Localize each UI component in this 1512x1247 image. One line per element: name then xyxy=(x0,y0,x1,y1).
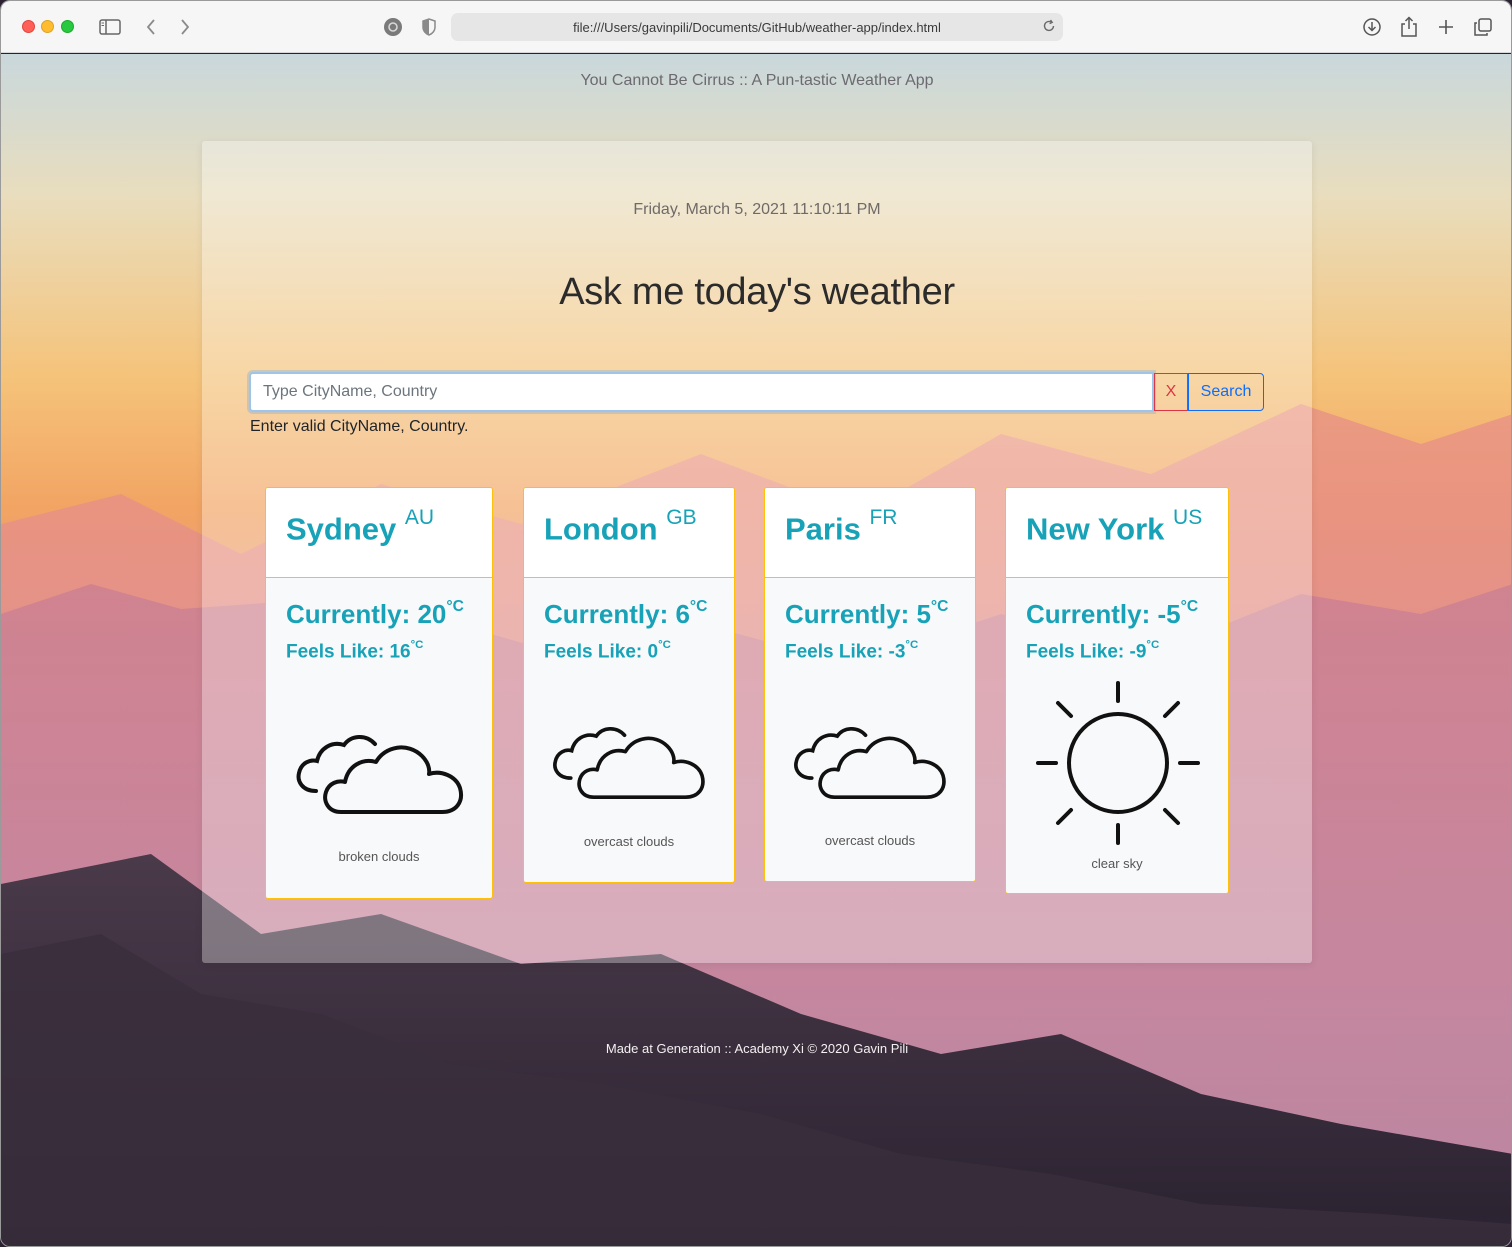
feels-like-value: Feels Like: -9 xyxy=(1026,641,1147,663)
city-label: London xyxy=(544,511,658,547)
search-group: X Search xyxy=(249,372,1264,412)
current-temp-value: Currently: -5 xyxy=(1026,599,1181,629)
city-label: Sydney xyxy=(286,511,397,547)
address-url: file:///Users/gavinpili/Documents/GitHub… xyxy=(573,19,941,35)
feels-like-value: Feels Like: 0 xyxy=(544,641,659,663)
minimize-window-button[interactable] xyxy=(41,20,54,33)
weather-card-sydney: Sydney AU Currently: 20°C Feels Like: 16… xyxy=(265,487,493,899)
temp-unit: °C xyxy=(1180,598,1199,616)
feels-like-temperature: Feels Like: -3°C xyxy=(785,639,919,663)
zoom-window-button[interactable] xyxy=(61,20,74,33)
search-button[interactable]: Search xyxy=(1188,373,1264,411)
card-header: London GB xyxy=(524,488,734,578)
card-header: New York US xyxy=(1006,488,1228,578)
weather-description: broken clouds xyxy=(338,849,420,864)
weather-panel: Friday, March 5, 2021 11:10:11 PM Ask me… xyxy=(202,141,1312,963)
search-hint: Enter valid CityName, Country. xyxy=(250,418,469,435)
tab-overview-icon[interactable] xyxy=(1471,15,1495,39)
sun-icon xyxy=(1036,681,1200,845)
card-body: Currently: 5°C Feels Like: -3°C overcast… xyxy=(765,579,975,881)
city-label: New York xyxy=(1026,511,1165,547)
share-icon[interactable] xyxy=(1397,15,1421,39)
sidebar-toggle-icon[interactable] xyxy=(98,15,122,39)
card-header: Paris FR xyxy=(765,488,975,578)
weather-description: clear sky xyxy=(1091,856,1143,871)
city-name: Sydney AU xyxy=(286,506,434,547)
temp-unit: °C xyxy=(410,639,424,651)
extension-icon[interactable] xyxy=(381,15,405,39)
feels-like-value: Feels Like: 16 xyxy=(286,641,411,663)
reload-icon[interactable] xyxy=(1041,18,1057,39)
card-header: Sydney AU xyxy=(266,488,492,578)
current-temp-value: Currently: 20 xyxy=(286,599,447,629)
temp-unit: °C xyxy=(930,598,949,616)
current-temperature: Currently: 20°C xyxy=(286,598,464,630)
site-title: You Cannot Be Cirrus :: A Pun-tastic Wea… xyxy=(580,72,934,89)
privacy-shield-icon[interactable] xyxy=(417,15,441,39)
temp-unit: °C xyxy=(446,598,464,616)
country-code: AU xyxy=(404,506,435,529)
weather-card-new-york: New York US Currently: -5°C Feels Like: … xyxy=(1005,487,1229,894)
city-name: Paris FR xyxy=(785,506,897,547)
weather-card-paris: Paris FR Currently: 5°C Feels Like: -3°C… xyxy=(764,487,976,882)
country-code: GB xyxy=(666,506,697,529)
weather-description: overcast clouds xyxy=(824,833,916,848)
clear-button[interactable]: X xyxy=(1154,373,1188,411)
current-temperature: Currently: 6°C xyxy=(544,598,708,630)
browser-window: file:///Users/gavinpili/Documents/GitHub… xyxy=(0,0,1512,1247)
browser-toolbar: file:///Users/gavinpili/Documents/GitHub… xyxy=(1,1,1511,53)
feels-like-temperature: Feels Like: 16°C xyxy=(286,639,424,663)
city-label: Paris xyxy=(785,511,861,547)
card-body: Currently: 20°C Feels Like: 16°C broken … xyxy=(266,579,492,898)
current-temperature: Currently: -5°C xyxy=(1026,598,1199,630)
new-tab-icon[interactable] xyxy=(1434,15,1458,39)
feels-like-temperature: Feels Like: -9°C xyxy=(1026,639,1160,663)
page-heading: Ask me today's weather xyxy=(559,271,955,313)
card-body: Currently: 6°C Feels Like: 0°C overcast … xyxy=(524,579,734,882)
temp-unit: °C xyxy=(658,639,671,651)
temp-unit: °C xyxy=(905,639,919,651)
page-footer: Made at Generation :: Academy Xi © 2020 … xyxy=(605,1041,909,1056)
downloads-icon[interactable] xyxy=(1360,15,1384,39)
current-datetime: Friday, March 5, 2021 11:10:11 PM xyxy=(633,201,881,218)
current-temperature: Currently: 5°C xyxy=(785,598,949,630)
address-bar[interactable]: file:///Users/gavinpili/Documents/GitHub… xyxy=(451,13,1063,41)
current-temp-value: Currently: 5 xyxy=(785,599,931,629)
broken-clouds-icon xyxy=(296,735,463,814)
page-viewport: You Cannot Be Cirrus :: A Pun-tastic Wea… xyxy=(1,54,1511,1246)
weather-card-london: London GB Currently: 6°C Feels Like: 0°C… xyxy=(523,487,735,883)
city-name: New York US xyxy=(1026,506,1202,547)
country-code: US xyxy=(1173,506,1203,529)
city-search-input[interactable] xyxy=(249,372,1154,412)
card-body: Currently: -5°C Feels Like: -9°C clear s… xyxy=(1006,579,1228,893)
feels-like-temperature: Feels Like: 0°C xyxy=(544,639,671,663)
weather-description: overcast clouds xyxy=(583,834,675,849)
overcast-clouds-icon xyxy=(553,727,705,799)
country-code: FR xyxy=(869,506,898,529)
close-window-button[interactable] xyxy=(22,20,35,33)
back-icon[interactable] xyxy=(139,15,163,39)
temp-unit: °C xyxy=(689,598,708,616)
feels-like-value: Feels Like: -3 xyxy=(785,641,906,663)
temp-unit: °C xyxy=(1146,639,1160,651)
overcast-clouds-icon xyxy=(794,727,946,799)
forward-icon[interactable] xyxy=(173,15,197,39)
city-name: London GB xyxy=(544,506,697,547)
current-temp-value: Currently: 6 xyxy=(544,599,690,629)
